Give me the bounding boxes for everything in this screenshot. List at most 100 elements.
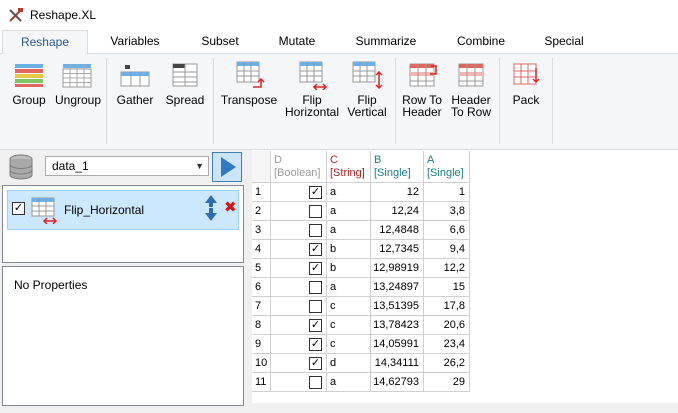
tab-variables[interactable]: Variables: [100, 30, 170, 54]
row-header[interactable]: 1: [252, 183, 271, 202]
cell-c[interactable]: c: [327, 316, 371, 335]
cell-d[interactable]: [271, 202, 327, 221]
flip-horizontal-button[interactable]: Flip Horizontal: [282, 60, 342, 118]
cell-c[interactable]: a: [327, 278, 371, 297]
cell-b[interactable]: 13,78423: [371, 316, 424, 335]
row-header[interactable]: 11: [252, 373, 271, 392]
cell-c[interactable]: c: [327, 335, 371, 354]
row-header[interactable]: 6: [252, 278, 271, 297]
cell-b[interactable]: 13,51395: [371, 297, 424, 316]
cell-d[interactable]: [271, 221, 327, 240]
delete-icon[interactable]: ✖: [224, 200, 237, 215]
gather-button[interactable]: Gather: [112, 60, 158, 106]
row-header[interactable]: 7: [252, 297, 271, 316]
cell-checkbox[interactable]: [309, 205, 322, 218]
cell-c[interactable]: b: [327, 259, 371, 278]
row-header[interactable]: 8: [252, 316, 271, 335]
column-header-b[interactable]: B [Single]: [371, 151, 424, 183]
tab-reshape[interactable]: Reshape: [2, 30, 88, 55]
ungroup-button[interactable]: Ungroup: [55, 60, 101, 106]
cell-a[interactable]: 3,8: [424, 202, 470, 221]
cell-c[interactable]: a: [327, 202, 371, 221]
operation-item[interactable]: ✓ Flip_Horizontal ✖: [7, 190, 239, 230]
cell-d[interactable]: ✓: [271, 240, 327, 259]
cell-a[interactable]: 12,2: [424, 259, 470, 278]
cell-checkbox[interactable]: ✓: [309, 357, 322, 370]
cell-b[interactable]: 12,98919: [371, 259, 424, 278]
cell-d[interactable]: ✓: [271, 316, 327, 335]
cell-c[interactable]: d: [327, 354, 371, 373]
tab-summarize[interactable]: Summarize: [350, 30, 422, 54]
cell-a[interactable]: 20,6: [424, 316, 470, 335]
column-name: A: [427, 154, 435, 166]
cell-a[interactable]: 9,4: [424, 240, 470, 259]
cell-c[interactable]: a: [327, 373, 371, 392]
group-label: Group: [12, 93, 46, 107]
cell-a[interactable]: 15: [424, 278, 470, 297]
header-to-row-label-2: To Row: [450, 105, 491, 119]
cell-checkbox[interactable]: ✓: [309, 319, 322, 332]
cell-a[interactable]: 17,8: [424, 297, 470, 316]
cell-c[interactable]: b: [327, 240, 371, 259]
window-title: Reshape.XL: [30, 8, 97, 22]
cell-b[interactable]: 12,4848: [371, 221, 424, 240]
cell-d[interactable]: [271, 373, 327, 392]
header-to-row-button[interactable]: Header To Row: [449, 60, 493, 118]
row-header[interactable]: 9: [252, 335, 271, 354]
column-header-a[interactable]: A [Single]: [424, 151, 470, 183]
cell-a[interactable]: 23,4: [424, 335, 470, 354]
row-header[interactable]: 4: [252, 240, 271, 259]
cell-checkbox[interactable]: ✓: [309, 186, 322, 199]
dataset-select-value: data_1: [52, 159, 89, 173]
row-header[interactable]: 10: [252, 354, 271, 373]
column-header-d[interactable]: D [Boolean]: [271, 151, 327, 183]
cell-checkbox[interactable]: ✓: [309, 338, 322, 351]
pack-label: Pack: [512, 93, 540, 107]
column-type: [String]: [330, 167, 365, 179]
cell-c[interactable]: a: [327, 221, 371, 240]
cell-checkbox[interactable]: [309, 300, 322, 313]
row-header[interactable]: 5: [252, 259, 271, 278]
cell-d[interactable]: ✓: [271, 183, 327, 202]
cell-checkbox[interactable]: ✓: [309, 243, 322, 256]
flip-vertical-button[interactable]: Flip Vertical: [345, 60, 389, 118]
cell-d[interactable]: [271, 278, 327, 297]
cell-a[interactable]: 6,6: [424, 221, 470, 240]
cell-checkbox[interactable]: [309, 376, 322, 389]
cell-checkbox[interactable]: [309, 224, 322, 237]
cell-checkbox[interactable]: ✓: [309, 262, 322, 275]
cell-a[interactable]: 26,2: [424, 354, 470, 373]
cell-b[interactable]: 12: [371, 183, 424, 202]
cell-c[interactable]: c: [327, 297, 371, 316]
row-to-header-button[interactable]: Row To Header: [400, 60, 444, 118]
cell-d[interactable]: ✓: [271, 354, 327, 373]
dataset-select[interactable]: data_1 ▼: [45, 156, 209, 176]
cell-c[interactable]: a: [327, 183, 371, 202]
cell-a[interactable]: 1: [424, 183, 470, 202]
transpose-button[interactable]: Transpose: [220, 60, 278, 106]
tab-special[interactable]: Special: [538, 30, 590, 54]
pack-button[interactable]: Pack: [506, 60, 546, 106]
row-header[interactable]: 3: [252, 221, 271, 240]
cell-b[interactable]: 12,7345: [371, 240, 424, 259]
cell-b[interactable]: 12,24: [371, 202, 424, 221]
tab-combine[interactable]: Combine: [450, 30, 512, 54]
tab-mutate[interactable]: Mutate: [270, 30, 324, 54]
group-button[interactable]: Group: [8, 60, 50, 106]
flip-vertical-icon: [351, 60, 383, 90]
cell-d[interactable]: ✓: [271, 259, 327, 278]
row-header[interactable]: 2: [252, 202, 271, 221]
cell-b[interactable]: 14,34111: [371, 354, 424, 373]
run-button[interactable]: [212, 152, 242, 182]
cell-b[interactable]: 13,24897: [371, 278, 424, 297]
cell-d[interactable]: ✓: [271, 335, 327, 354]
cell-b[interactable]: 14,62793: [371, 373, 424, 392]
tab-subset[interactable]: Subset: [192, 30, 248, 54]
cell-a[interactable]: 29: [424, 373, 470, 392]
spread-button[interactable]: Spread: [163, 60, 207, 106]
column-header-c[interactable]: C [String]: [327, 151, 371, 183]
operation-checkbox[interactable]: ✓: [12, 202, 25, 215]
cell-checkbox[interactable]: [309, 281, 322, 294]
cell-b[interactable]: 14,05991: [371, 335, 424, 354]
cell-d[interactable]: [271, 297, 327, 316]
